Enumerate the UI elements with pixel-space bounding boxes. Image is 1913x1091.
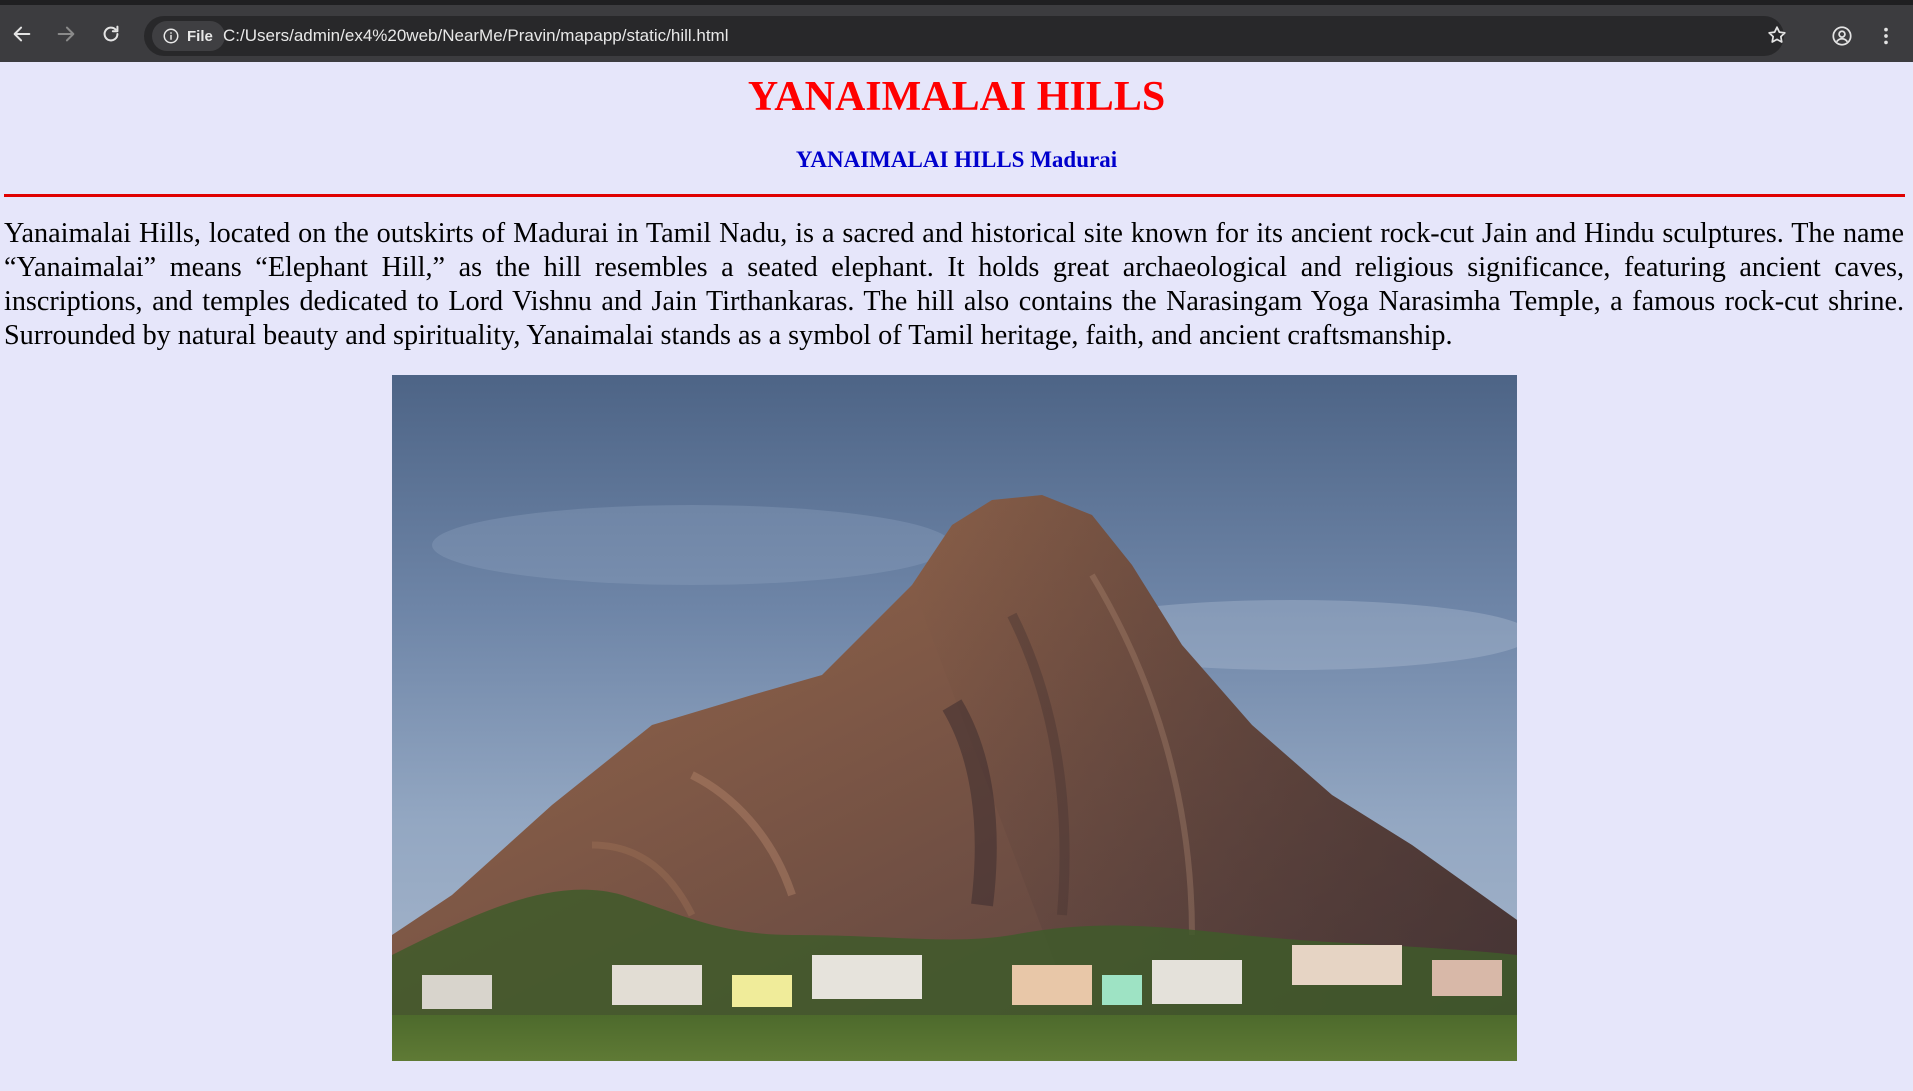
back-arrow-icon bbox=[13, 26, 31, 42]
hill-photo-graphic bbox=[392, 375, 1517, 1061]
forward-arrow-icon bbox=[57, 26, 75, 42]
description-paragraph: Yanaimalai Hills, located on the outskir… bbox=[4, 218, 1904, 351]
file-chip-label: File bbox=[187, 27, 213, 45]
page-subtitle: YANAIMALAI HILLS Madurai bbox=[795, 147, 1118, 172]
more-vert-icon bbox=[1884, 27, 1888, 45]
forward-button[interactable] bbox=[50, 18, 82, 50]
address-bar[interactable]: File C:/Users/admin/ex4%20web/NearMe/Pra… bbox=[144, 16, 1784, 56]
profile-icon bbox=[1832, 26, 1852, 46]
browser-toolbar: File C:/Users/admin/ex4%20web/NearMe/Pra… bbox=[0, 0, 1913, 62]
url-text[interactable]: C:/Users/admin/ex4%20web/NearMe/Pravin/m… bbox=[223, 16, 728, 56]
bookmark-button[interactable] bbox=[1762, 20, 1792, 50]
site-info-chip[interactable]: File bbox=[152, 21, 225, 51]
profile-button[interactable] bbox=[1826, 20, 1858, 52]
divider bbox=[4, 194, 1905, 197]
hill-photo bbox=[392, 375, 1517, 1061]
back-button[interactable] bbox=[6, 18, 38, 50]
page-title: YANAIMALAI HILLS bbox=[747, 74, 1166, 120]
browser-menu-button[interactable] bbox=[1872, 20, 1900, 52]
star-icon bbox=[1768, 26, 1786, 43]
reload-button[interactable] bbox=[95, 18, 127, 50]
page-content: YANAIMALAI HILLS YANAIMALAI HILLS Madura… bbox=[0, 62, 1913, 1091]
info-icon bbox=[163, 28, 179, 44]
reload-icon bbox=[103, 25, 119, 42]
